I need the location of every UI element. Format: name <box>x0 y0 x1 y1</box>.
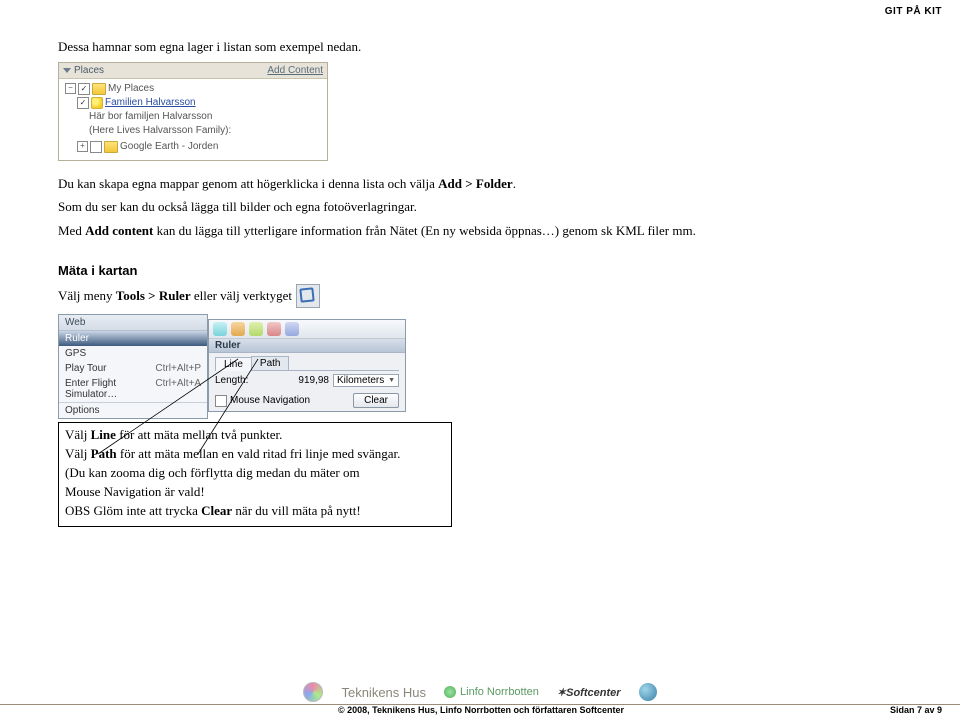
folder-icon <box>92 83 106 95</box>
tool-icon[interactable] <box>249 322 263 336</box>
menu-item-flight-sim[interactable]: Enter Flight Simulator…Ctrl+Alt+A <box>59 376 207 402</box>
folder-icon <box>104 141 118 153</box>
checkbox[interactable]: ✓ <box>78 83 90 95</box>
menu-item-play-tour[interactable]: Play TourCtrl+Alt+P <box>59 361 207 376</box>
places-panel: Places Add Content − ✓ My Places ✓ Famil… <box>58 62 328 161</box>
places-tree: − ✓ My Places ✓ Familien Halvarsson Här … <box>59 79 327 160</box>
places-header: Places Add Content <box>59 63 327 79</box>
tool-icon[interactable] <box>213 322 227 336</box>
para-add-content: Med Add content kan du lägga till ytterl… <box>58 222 838 240</box>
checkbox[interactable]: ✓ <box>77 97 89 109</box>
placemark-desc2: (Here Lives Halvarsson Family): <box>61 124 325 138</box>
logo-network <box>303 682 323 702</box>
header-tag: GIT PÅ KIT <box>885 6 942 17</box>
tree-collapse-icon[interactable]: − <box>65 83 76 94</box>
logo-globe <box>639 683 657 701</box>
para-overlays: Som du ser kan du också lägga till bilde… <box>58 198 838 216</box>
jorden-label[interactable]: Google Earth - Jorden <box>120 141 218 152</box>
dialog-toolbar <box>209 320 405 339</box>
ruler-dialog: Ruler Line Path Length: 919,98 Kilometer… <box>208 319 406 412</box>
tool-icon[interactable] <box>231 322 245 336</box>
tab-path[interactable]: Path <box>251 356 290 370</box>
tree-expand-icon[interactable]: + <box>77 141 88 152</box>
pushpin-icon <box>91 97 103 109</box>
places-title: Places <box>74 65 104 76</box>
logo-softcenter: ✶Softcenter <box>557 686 621 699</box>
dialog-title: Ruler <box>209 339 405 353</box>
tool-icon[interactable] <box>285 322 299 336</box>
menu-item-options[interactable]: Options <box>59 402 207 418</box>
page-number: Sidan 7 av 9 <box>890 705 942 715</box>
tool-dialog-composite: Web Ruler GPS Play TourCtrl+Alt+P Enter … <box>58 314 408 410</box>
instruction-box: Välj Line för att mäta mellan två punkte… <box>58 422 452 526</box>
logo-linfo: Linfo Norrbotten <box>444 686 539 698</box>
chevron-down-icon: ▼ <box>388 377 395 384</box>
copyright-text: © 2008, Teknikens Hus, Linfo Norrbotten … <box>338 705 624 715</box>
placemark-desc: Här bor familjen Halvarsson <box>61 110 325 124</box>
menu-item-web[interactable]: Web <box>59 315 207 331</box>
intro-text: Dessa hamnar som egna lager i listan som… <box>58 38 838 56</box>
tab-line[interactable]: Line <box>215 357 252 371</box>
tools-menu: Web Ruler GPS Play TourCtrl+Alt+P Enter … <box>58 314 208 419</box>
my-places-label[interactable]: My Places <box>108 83 154 94</box>
ruler-instruction: Välj meny Tools > Ruler eller välj verkt… <box>58 284 838 308</box>
mouse-nav-label: Mouse Navigation <box>230 395 310 406</box>
section-heading: Mäta i kartan <box>58 263 838 278</box>
unit-select[interactable]: Kilometers▼ <box>333 374 399 387</box>
page-content: Dessa hamnar som egna lager i listan som… <box>58 38 838 527</box>
page-footer: Teknikens Hus Linfo Norrbotten ✶Softcent… <box>0 682 960 715</box>
collapse-icon[interactable] <box>63 68 71 73</box>
clear-button[interactable]: Clear <box>353 393 399 408</box>
length-value: 919,98 <box>298 375 329 386</box>
menu-item-ruler[interactable]: Ruler <box>59 331 207 346</box>
para-add-folder: Du kan skapa egna mappar genom att höger… <box>58 175 838 193</box>
menu-item-gps[interactable]: GPS <box>59 346 207 361</box>
tool-icon[interactable] <box>267 322 281 336</box>
mouse-nav-checkbox[interactable] <box>215 395 227 407</box>
length-label: Length: <box>215 375 248 386</box>
placemark-link[interactable]: Familien Halvarsson <box>105 97 196 108</box>
dialog-tabs: Line Path <box>215 356 399 371</box>
logo-teknikens-hus: Teknikens Hus <box>341 685 426 700</box>
checkbox[interactable] <box>90 141 102 153</box>
add-content-link[interactable]: Add Content <box>267 65 323 76</box>
ruler-icon[interactable] <box>296 284 320 308</box>
